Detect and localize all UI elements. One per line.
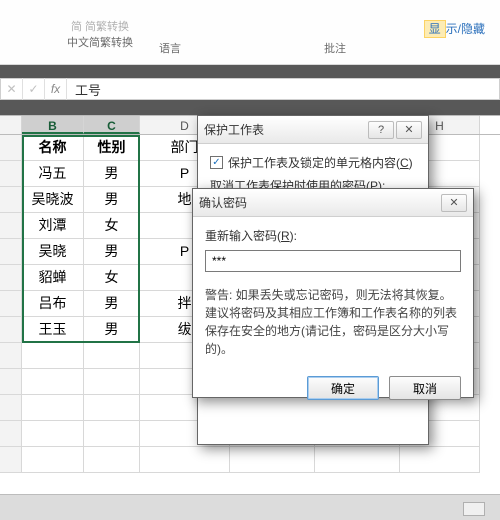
fx-icon[interactable]: fx: [45, 78, 67, 100]
dialog-body: 重新输入密码(R): 警告: 如果丢失或忘记密码，则无法将其恢复。建议将密码及其…: [193, 217, 473, 368]
cell[interactable]: 性别: [84, 135, 140, 161]
cell[interactable]: 男: [84, 161, 140, 187]
table-row: [0, 447, 500, 473]
cell[interactable]: 名称: [22, 135, 84, 161]
ok-button[interactable]: 确定: [307, 376, 379, 400]
help-icon[interactable]: ?: [368, 121, 394, 139]
dialog-title: 保护工作表: [204, 121, 366, 138]
close-icon[interactable]: ✕: [396, 121, 422, 139]
ribbon-convert-line1[interactable]: 简 简繁转换: [55, 18, 145, 34]
col-header-B[interactable]: B: [22, 116, 84, 134]
formula-value[interactable]: 工号: [67, 80, 101, 99]
cell[interactable]: 冯五: [22, 161, 84, 187]
formula-cancel-icon[interactable]: ✕: [1, 78, 23, 100]
formula-bar: ✕ ✓ fx 工号: [0, 78, 500, 100]
ribbon-convert-title: 中文简繁转换: [55, 34, 145, 50]
col-header-C[interactable]: C: [84, 116, 140, 134]
row-header[interactable]: [0, 135, 22, 161]
warning-text: 警告: 如果丢失或忘记密码，则无法将其恢复。建议将密码及其相应工作簿和工作表名称…: [205, 286, 461, 358]
password-input[interactable]: [205, 250, 461, 272]
ribbon-group-language: 语言: [155, 40, 185, 56]
dialog-title: 确认密码: [199, 194, 439, 211]
show-hide-toggle[interactable]: 显示/隐藏: [424, 20, 485, 37]
formula-enter-icon[interactable]: ✓: [23, 78, 45, 100]
status-bar: [0, 494, 500, 520]
row-header[interactable]: [0, 161, 22, 187]
ribbon-group-comments: 批注: [320, 40, 350, 56]
view-control[interactable]: [463, 502, 485, 516]
close-icon[interactable]: ✕: [441, 194, 467, 212]
password-label: 重新输入密码(R):: [205, 227, 461, 244]
cancel-button[interactable]: 取消: [389, 376, 461, 400]
checkbox-checked-icon: ✓: [210, 156, 223, 169]
select-all-corner[interactable]: [0, 116, 22, 134]
dialog-titlebar[interactable]: 保护工作表 ? ✕: [198, 116, 428, 144]
ribbon-area: 简 简繁转换 中文简繁转换 语言 批注 显示/隐藏: [0, 0, 500, 65]
dialog-confirm-password: 确认密码 ✕ 重新输入密码(R): 警告: 如果丢失或忘记密码，则无法将其恢复。…: [192, 188, 474, 398]
ribbon-group-convert: 简 简繁转换 中文简繁转换: [55, 18, 145, 50]
dialog-titlebar[interactable]: 确认密码 ✕: [193, 189, 473, 217]
dialog-buttons: 确定 取消: [193, 368, 473, 412]
checkbox-protect-content[interactable]: ✓ 保护工作表及锁定的单元格内容(C): [210, 154, 416, 171]
